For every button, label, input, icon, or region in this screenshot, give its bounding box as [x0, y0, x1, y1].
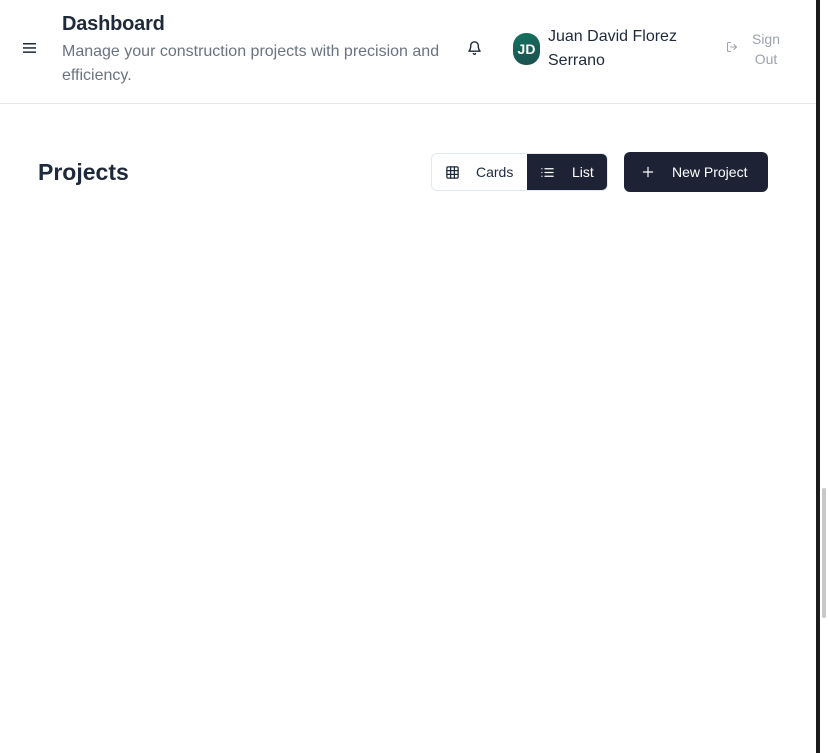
- notifications-button[interactable]: [464, 38, 484, 58]
- new-project-label: New Project: [672, 164, 748, 180]
- projects-heading: Projects: [38, 159, 129, 185]
- bell-icon: [467, 41, 481, 55]
- user-avatar[interactable]: JD: [513, 33, 540, 65]
- page-title: Dashboard: [62, 13, 165, 35]
- hamburger-menu-icon: [23, 43, 36, 53]
- top-header: Dashboard Manage your construction proje…: [0, 0, 816, 104]
- view-toggle: Cards List: [431, 153, 608, 191]
- vertical-scrollbar[interactable]: [816, 0, 828, 753]
- scrollbar-track: [816, 0, 820, 753]
- user-name: Juan David Florez Serrano: [548, 28, 677, 69]
- scrollbar-thumb[interactable]: [822, 488, 826, 618]
- menu-button[interactable]: [20, 38, 40, 58]
- grid-icon: [446, 165, 459, 179]
- cards-view-button[interactable]: Cards: [432, 154, 527, 190]
- new-project-button[interactable]: New Project: [624, 152, 768, 192]
- list-view-button[interactable]: List: [527, 154, 607, 190]
- sign-out-label: Sign Out: [751, 31, 781, 67]
- app-viewport: Dashboard Manage your construction proje…: [0, 0, 816, 753]
- list-icon: [541, 167, 554, 177]
- sign-out-button[interactable]: Sign Out: [722, 28, 788, 72]
- plus-icon: [642, 166, 654, 178]
- cards-view-label: Cards: [476, 164, 514, 180]
- page-subtitle: Manage your construction projects with p…: [62, 43, 440, 84]
- list-view-label: List: [572, 164, 594, 180]
- sign-out-icon: [727, 42, 737, 52]
